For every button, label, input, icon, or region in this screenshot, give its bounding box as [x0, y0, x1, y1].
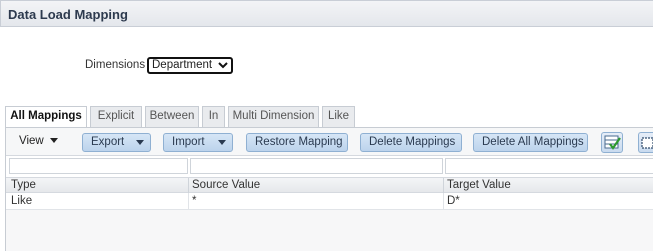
import-button[interactable]: Import [163, 133, 233, 152]
restore-mapping-button[interactable]: Restore Mapping [246, 133, 348, 152]
delete-all-mappings-label: Delete All Mappings [482, 136, 584, 148]
grid-check-icon [604, 135, 621, 150]
column-divider [443, 193, 444, 210]
column-divider [443, 178, 444, 194]
tab-label: Explicit [97, 110, 135, 122]
caret-down-icon [49, 138, 58, 143]
validate-mappings-button[interactable] [601, 132, 623, 153]
delete-mappings-button[interactable]: Delete Mappings [360, 133, 462, 152]
tab-explicit[interactable]: Explicit [90, 106, 142, 127]
dimensions-selected-value: Department [152, 59, 213, 71]
tab-multi-dimension[interactable]: Multi Dimension [228, 106, 319, 127]
dimensions-label: Dimensions [85, 59, 146, 71]
grid-icon [641, 137, 653, 149]
tab-label: All Mappings [10, 110, 82, 122]
tab-like[interactable]: Like [322, 106, 355, 127]
view-menu-label: View [19, 135, 44, 147]
export-button[interactable]: Export [82, 133, 151, 152]
caret-down-icon [218, 140, 226, 145]
column-divider [188, 178, 189, 194]
caret-down-icon [136, 140, 144, 145]
table-header: Type Source Value Target Value [6, 177, 653, 194]
dimensions-select[interactable]: Department [147, 57, 233, 74]
delete-all-mappings-button[interactable]: Delete All Mappings [473, 133, 588, 152]
tab-in[interactable]: In [202, 106, 225, 127]
column-header-type[interactable]: Type [11, 179, 36, 191]
tab-label: Between [149, 110, 195, 122]
tab-label: In [208, 110, 219, 122]
toolbar: View Export Import Restore Mapping Delet… [6, 128, 653, 156]
cell-type: Like [11, 195, 33, 207]
table-row[interactable]: Like * D* [6, 193, 653, 210]
page-title: Data Load Mapping [8, 7, 128, 22]
column-divider [188, 193, 189, 210]
tab-all-mappings[interactable]: All Mappings [5, 106, 87, 128]
import-label: Import [172, 136, 205, 148]
delete-mappings-label: Delete Mappings [369, 136, 456, 148]
cell-target-value: D* [447, 195, 460, 207]
mappings-panel: View Export Import Restore Mapping Delet… [5, 127, 653, 251]
filter-source-input[interactable] [190, 158, 443, 174]
column-header-source[interactable]: Source Value [192, 179, 260, 191]
grid-empty-area [6, 210, 653, 251]
title-bar: Data Load Mapping [0, 0, 653, 27]
view-menu[interactable]: View [19, 135, 58, 147]
tab-label: Multi Dimension [232, 110, 315, 122]
filter-type-input[interactable] [9, 158, 188, 174]
export-label: Export [91, 136, 125, 148]
chevron-down-icon [218, 62, 228, 69]
tab-label: Like [327, 110, 350, 122]
filter-target-input[interactable] [445, 158, 653, 174]
restore-mapping-label: Restore Mapping [255, 136, 343, 148]
tab-between[interactable]: Between [145, 106, 199, 127]
column-header-target[interactable]: Target Value [447, 179, 511, 191]
cell-source-value: * [192, 195, 197, 207]
refresh-grid-button[interactable] [638, 132, 653, 153]
